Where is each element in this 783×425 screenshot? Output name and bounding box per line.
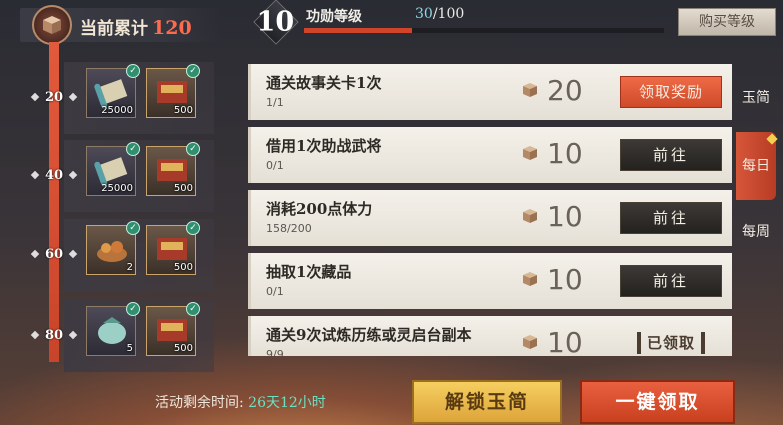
task-title: 通关故事关卡1次 <box>266 74 382 92</box>
accumulated-label: 当前累计 120 <box>80 17 192 39</box>
reward-book-chest[interactable]: 500 ✓ <box>146 302 200 356</box>
reward-scroll[interactable]: 25000 ✓ <box>86 64 140 118</box>
tier-row: 60 2 ✓ 500 ✓ <box>0 219 240 291</box>
tier-marker: 80 <box>38 327 70 345</box>
tier-row: 80 5 ✓ 500 ✓ <box>0 300 240 372</box>
claim-all-button[interactable]: 一键领取 <box>580 380 735 424</box>
task-row: 通关9次试炼历练或灵启台副本 9/9 10 已领取 <box>248 316 732 356</box>
level-progress-fill <box>304 28 412 33</box>
level-label: 功勋等级 <box>306 9 362 25</box>
book-chest-icon <box>157 159 187 181</box>
reward-book-chest[interactable]: 500 ✓ <box>146 221 200 275</box>
buy-level-button[interactable]: 购买等级 <box>678 8 776 36</box>
claim-reward-button[interactable]: 领取奖励 <box>620 76 722 108</box>
box-icon <box>32 5 72 45</box>
claimed-check-icon: ✓ <box>186 221 200 235</box>
claimed-check-icon: ✓ <box>186 64 200 78</box>
task-row: 抽取1次藏品 0/1 10 前往 <box>248 253 732 309</box>
task-row: 消耗200点体力 158/200 10 前往 <box>248 190 732 246</box>
claimed-check-icon: ✓ <box>126 221 140 235</box>
goto-button[interactable]: 前往 <box>620 139 722 171</box>
level-number: 10 <box>253 0 299 45</box>
remaining-time: 活动剩余时间: 26天12小时 <box>155 395 326 411</box>
claimed-check-icon: ✓ <box>126 142 140 156</box>
reward-food-basket[interactable]: 2 ✓ <box>86 221 140 275</box>
accumulated-value: 120 <box>152 17 192 39</box>
box-icon <box>523 335 537 349</box>
task-progress: 0/1 <box>266 159 284 172</box>
reward-jade-pouch[interactable]: 5 ✓ <box>86 302 140 356</box>
unlock-jade-slip-button[interactable]: 解锁玉简 <box>412 380 562 424</box>
claimed-check-icon: ✓ <box>186 142 200 156</box>
task-points: 10 <box>547 137 583 170</box>
task-title: 抽取1次藏品 <box>266 263 352 281</box>
tab-weekly[interactable]: 每周 <box>736 198 776 266</box>
book-chest-icon <box>157 319 187 341</box>
claimed-check-icon: ✓ <box>126 302 140 316</box>
box-icon <box>523 146 537 160</box>
goto-button[interactable]: 前往 <box>620 202 722 234</box>
goto-button[interactable]: 前往 <box>620 265 722 297</box>
box-icon <box>523 83 537 97</box>
box-icon <box>523 272 537 286</box>
task-points: 10 <box>547 326 583 356</box>
tier-marker: 60 <box>38 246 70 264</box>
task-progress: 0/1 <box>266 285 284 298</box>
book-chest-icon <box>157 238 187 260</box>
tier-marker: 20 <box>38 89 70 107</box>
food-basket-icon <box>97 241 127 262</box>
tier-marker: 40 <box>38 167 70 185</box>
reward-book-chest[interactable]: 500 ✓ <box>146 142 200 196</box>
level-progress-bar <box>304 28 664 33</box>
accumulated-panel: 当前累计 120 <box>20 5 220 45</box>
jade-pouch-icon <box>98 317 126 344</box>
task-title: 借用1次助战武将 <box>266 137 382 155</box>
book-chest-icon <box>157 81 187 103</box>
claimed-check-icon: ✓ <box>186 302 200 316</box>
task-title: 消耗200点体力 <box>266 200 373 218</box>
task-progress: 158/200 <box>266 222 312 235</box>
task-row: 通关故事关卡1次 1/1 20 领取奖励 <box>248 64 732 120</box>
claimed-check-icon: ✓ <box>126 64 140 78</box>
task-points: 20 <box>547 74 583 107</box>
box-icon <box>523 209 537 223</box>
reward-book-chest[interactable]: 500 ✓ <box>146 64 200 118</box>
tab-jade-slip[interactable]: 玉简 <box>736 64 776 132</box>
tier-row: 40 25000 ✓ 500 ✓ <box>0 140 240 212</box>
tier-row: 20 25000 ✓ 500 ✓ <box>0 62 240 134</box>
task-title: 通关9次试炼历练或灵启台副本 <box>266 326 472 344</box>
claimed-label: 已领取 <box>620 328 722 356</box>
task-progress: 1/1 <box>266 96 284 109</box>
level-progress-text: 30/100 <box>415 6 465 22</box>
scroll-icon <box>94 157 128 187</box>
task-progress: 9/9 <box>266 348 284 356</box>
reward-scroll[interactable]: 25000 ✓ <box>86 142 140 196</box>
scroll-icon <box>94 79 128 109</box>
task-points: 10 <box>547 200 583 233</box>
task-row: 借用1次助战武将 0/1 10 前往 <box>248 127 732 183</box>
task-points: 10 <box>547 263 583 296</box>
